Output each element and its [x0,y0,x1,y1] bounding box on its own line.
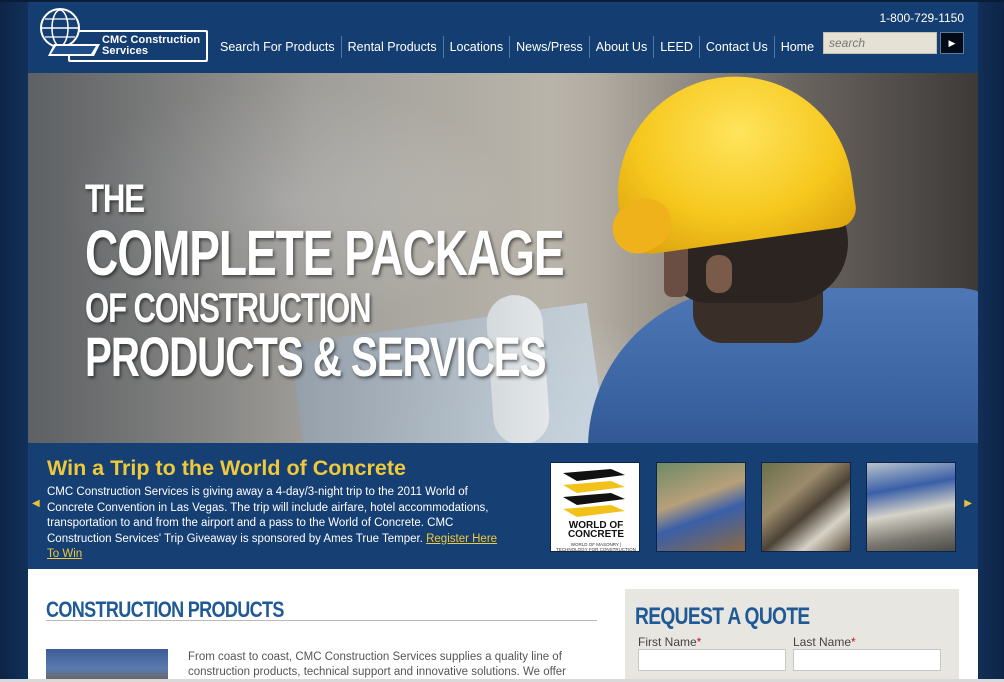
nav-about-us[interactable]: About Us [588,36,653,58]
product-thumbnail[interactable] [46,649,168,682]
woc-tagline: WORLD OF MASONRY | TECHNOLOGY FOR CONSTR… [556,542,636,552]
carousel-next-arrow-icon[interactable]: ▶ [964,498,972,509]
main-nav: Search For Products Rental Products Loca… [214,34,820,60]
promo-title: Win a Trip to the World of Concrete [47,456,406,480]
nav-rental-products[interactable]: Rental Products [340,36,443,58]
nav-contact-us[interactable]: Contact Us [698,36,774,58]
thumb-world-of-concrete[interactable]: WORLD OF CONCRETE WORLD OF MASONRY | TECH… [550,462,640,552]
first-name-field[interactable] [638,649,786,671]
hero-line-1: THE [85,177,145,221]
search-input[interactable] [823,32,937,54]
hero-banner: THE COMPLETE PACKAGE OF CONSTRUCTION PRO… [28,73,978,443]
play-arrow-icon: ▶ [948,38,956,48]
logo-name: CMC Construction Services [102,34,201,57]
main-content: CONSTRUCTION PRODUCTS From coast to coas… [28,569,978,682]
world-of-concrete-logo-icon [563,469,625,517]
hero-line-4: PRODUCTS & SERVICES [85,325,547,388]
last-name-label: Last Name* [793,635,856,649]
thumb-photo-demo[interactable] [866,462,956,552]
thumb-photo-masonry[interactable] [656,462,746,552]
promo-carousel: ◀ ▶ Win a Trip to the World of Concrete … [28,443,978,569]
thumb-photo-expo[interactable] [761,462,851,552]
phone-number: 1-800-729-1150 [879,11,964,25]
promo-body: CMC Construction Services is giving away… [47,486,498,560]
page-wrapper: CMC Construction Services 1-800-729-1150… [28,2,978,682]
nav-home[interactable]: Home [773,36,820,58]
section-divider [46,620,597,621]
hero-line-3: OF CONSTRUCTION [85,284,372,331]
nav-locations[interactable]: Locations [442,36,510,58]
last-name-field[interactable] [793,649,941,671]
nav-news-press[interactable]: News/Press [509,36,589,58]
nav-leed[interactable]: LEED [653,36,699,58]
carousel-prev-arrow-icon[interactable]: ◀ [32,498,40,509]
site-header: CMC Construction Services 1-800-729-1150… [28,2,978,73]
request-quote-heading: REQUEST A QUOTE [635,603,810,630]
hero-headline: THE COMPLETE PACKAGE OF CONSTRUCTION PRO… [85,179,750,385]
first-name-label: First Name* [638,635,702,649]
woc-wordmark: WORLD OF CONCRETE [567,520,625,540]
nav-search-products[interactable]: Search For Products [214,36,341,58]
hero-line-2: COMPLETE PACKAGE [85,217,565,289]
site-logo[interactable]: CMC Construction Services [40,8,210,64]
products-intro-text: From coast to coast, CMC Construction Se… [188,651,567,678]
request-quote-panel: REQUEST A QUOTE First Name* Last Name* [625,589,959,682]
search-submit-button[interactable]: ▶ [940,32,964,54]
